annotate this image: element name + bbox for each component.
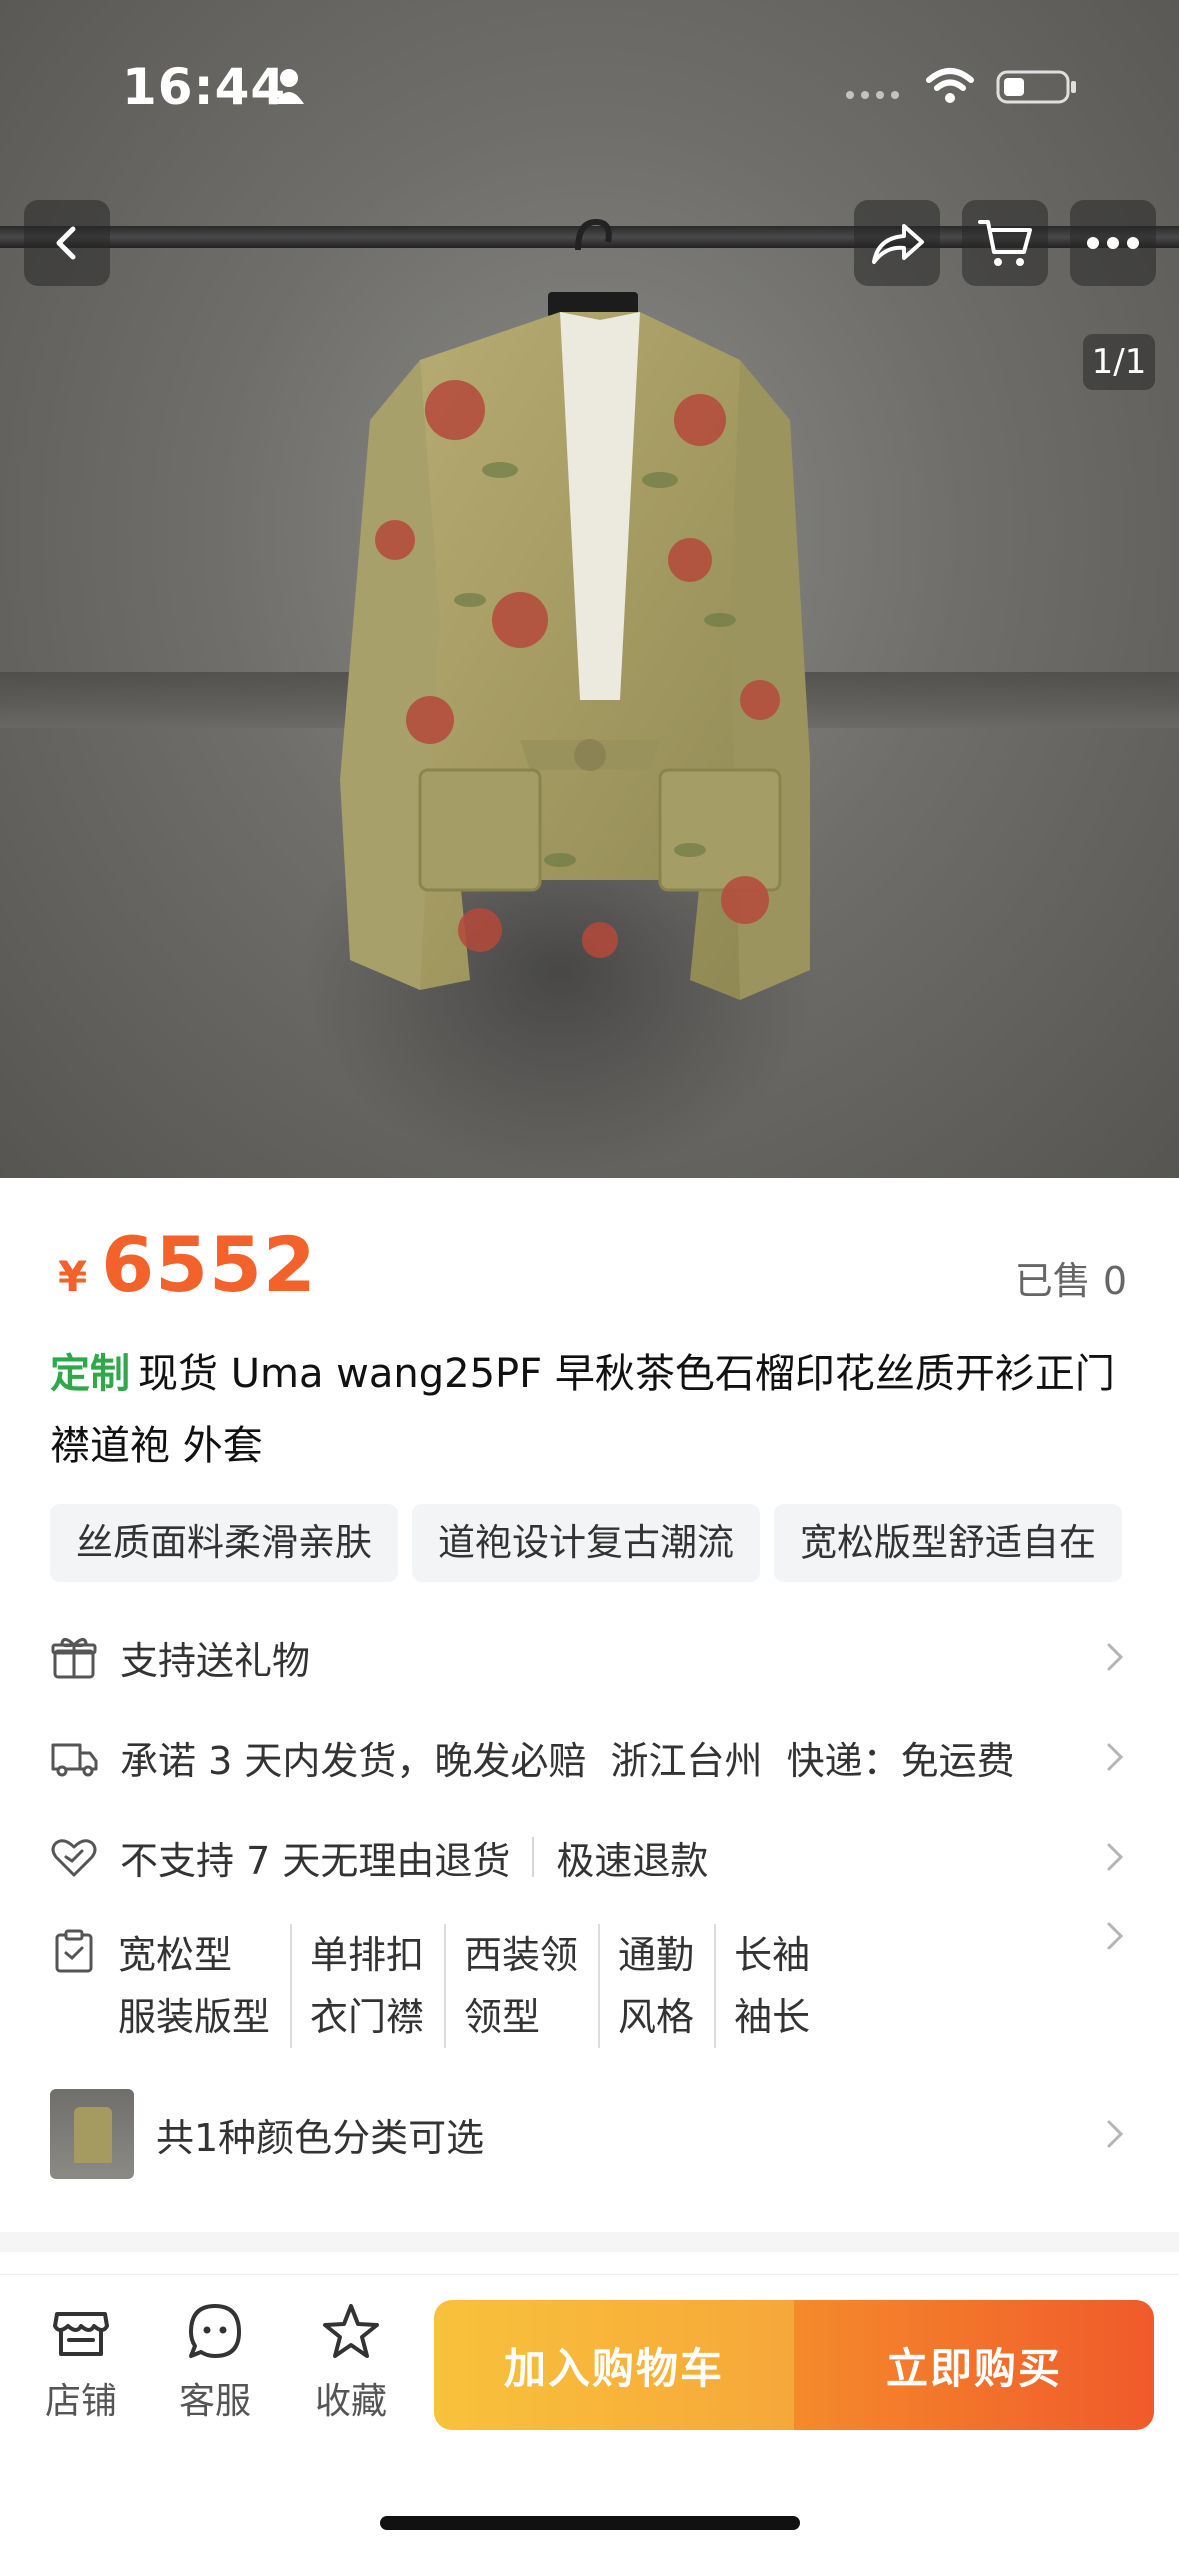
product-title: 定制 现货 Uma wang25PF 早秋茶色石榴印花丝质开衫正门襟道袍 外套: [50, 1338, 1140, 1482]
param-value: 西装领: [464, 1933, 579, 1977]
param-item: 西装领 领型: [444, 1924, 598, 2048]
refund-label: 极速退款: [556, 1838, 709, 1883]
chevron-right-icon: [1107, 1843, 1124, 1871]
cart-button[interactable]: [962, 200, 1048, 286]
chevron-left-icon: [56, 226, 76, 260]
store-label: 店铺: [44, 2381, 117, 2422]
favorite-button[interactable]: 收藏: [296, 2300, 406, 2424]
store-button[interactable]: 店铺: [26, 2300, 136, 2424]
buy-now-button[interactable]: 立即购买: [794, 2300, 1154, 2430]
feature-chip: 宽松版型舒适自在: [774, 1504, 1122, 1582]
product-params: 宽松型 服装版型 单排扣 衣门襟 西装领 领型 通勤 风格 长袖 袖长: [118, 1924, 830, 2048]
truck-icon: [51, 1743, 98, 1777]
back-button[interactable]: [24, 200, 110, 286]
more-button[interactable]: [1070, 200, 1156, 286]
color-options-label: 共1种颜色分类可选: [156, 2115, 485, 2160]
returns-label: 不支持 7 天无理由退货: [120, 1838, 511, 1883]
custom-tag: 定制: [50, 1351, 130, 1397]
cart-icon: [978, 220, 1032, 266]
status-time: 16:44: [122, 58, 287, 116]
service-button[interactable]: 客服: [160, 2300, 270, 2424]
shipping-label: 承诺 3 天内发货，晚发必赔 浙江台州 快递：免运费: [120, 1738, 1015, 1783]
heart-shield-icon: [51, 1839, 97, 1877]
star-icon: [323, 2304, 379, 2358]
param-key: 风格: [618, 1995, 695, 2039]
store-icon: [53, 2312, 109, 2356]
share-icon: [872, 224, 924, 264]
more-dots-icon: [1087, 237, 1139, 249]
clipboard-icon: [55, 1929, 93, 1973]
gift-icon: [51, 1638, 97, 1679]
gift-label: 支持送礼物: [120, 1638, 311, 1683]
title-text: 现货 Uma wang25PF 早秋茶色石榴印花丝质开衫正门襟道袍 外套: [50, 1351, 1115, 1469]
color-options-row[interactable]: 共1种颜色分类可选: [50, 2088, 1129, 2180]
param-item: 长袖 袖长: [714, 1924, 830, 2048]
service-icon: [189, 2304, 241, 2358]
section-divider: [0, 2232, 1179, 2252]
chevron-right-icon: [1107, 1743, 1124, 1771]
param-value: 长袖: [734, 1933, 811, 1977]
image-counter: 1/1: [1083, 334, 1155, 390]
returns-row[interactable]: 不支持 7 天无理由退货 极速退款: [50, 1832, 1129, 1883]
param-value: 宽松型: [118, 1933, 233, 1977]
feature-chip: 丝质面料柔滑亲肤: [50, 1504, 398, 1582]
color-thumbnail[interactable]: [50, 2089, 134, 2179]
currency-symbol: ¥: [58, 1252, 88, 1301]
param-value: 单排扣: [310, 1933, 425, 1977]
battery-icon: [996, 70, 1076, 104]
param-key: 衣门襟: [310, 1995, 425, 2039]
param-item: 宽松型 服装版型: [118, 1924, 290, 2048]
service-label: 客服: [178, 2381, 251, 2422]
shipping-row[interactable]: 承诺 3 天内发货，晚发必赔 浙江台州 快递：免运费: [50, 1732, 1129, 1783]
person-icon: [274, 69, 304, 104]
param-key: 领型: [464, 1995, 541, 2039]
param-key: 服装版型: [118, 1995, 271, 2039]
param-value: 通勤: [618, 1933, 695, 1977]
divider: [532, 1837, 535, 1877]
feature-chip: 道袍设计复古潮流: [412, 1504, 760, 1582]
price-value: 6552: [101, 1220, 317, 1309]
gift-row[interactable]: 支持送礼物: [50, 1632, 1129, 1683]
garment-illustration: [340, 218, 810, 1000]
chevron-right-icon: [1107, 1922, 1124, 1950]
share-button[interactable]: [854, 200, 940, 286]
param-item: 通勤 风格: [598, 1924, 714, 2048]
price: ¥ 6552: [58, 1220, 317, 1309]
product-image[interactable]: 16:44 1/1: [0, 0, 1179, 1178]
chevron-right-icon: [1107, 1643, 1124, 1671]
feature-chips: 丝质面料柔滑亲肤 道袍设计复古潮流 宽松版型舒适自在: [50, 1504, 1122, 1582]
wifi-icon: [926, 68, 974, 103]
favorite-label: 收藏: [314, 2381, 387, 2422]
home-indicator[interactable]: [380, 2516, 800, 2530]
sold-count: 已售 0: [1014, 1259, 1127, 1303]
signal-dots-icon: [846, 91, 899, 99]
chevron-right-icon: [1107, 2120, 1124, 2148]
param-item: 单排扣 衣门襟: [290, 1924, 444, 2048]
add-to-cart-button[interactable]: 加入购物车: [434, 2300, 794, 2430]
param-key: 袖长: [734, 1995, 811, 2039]
